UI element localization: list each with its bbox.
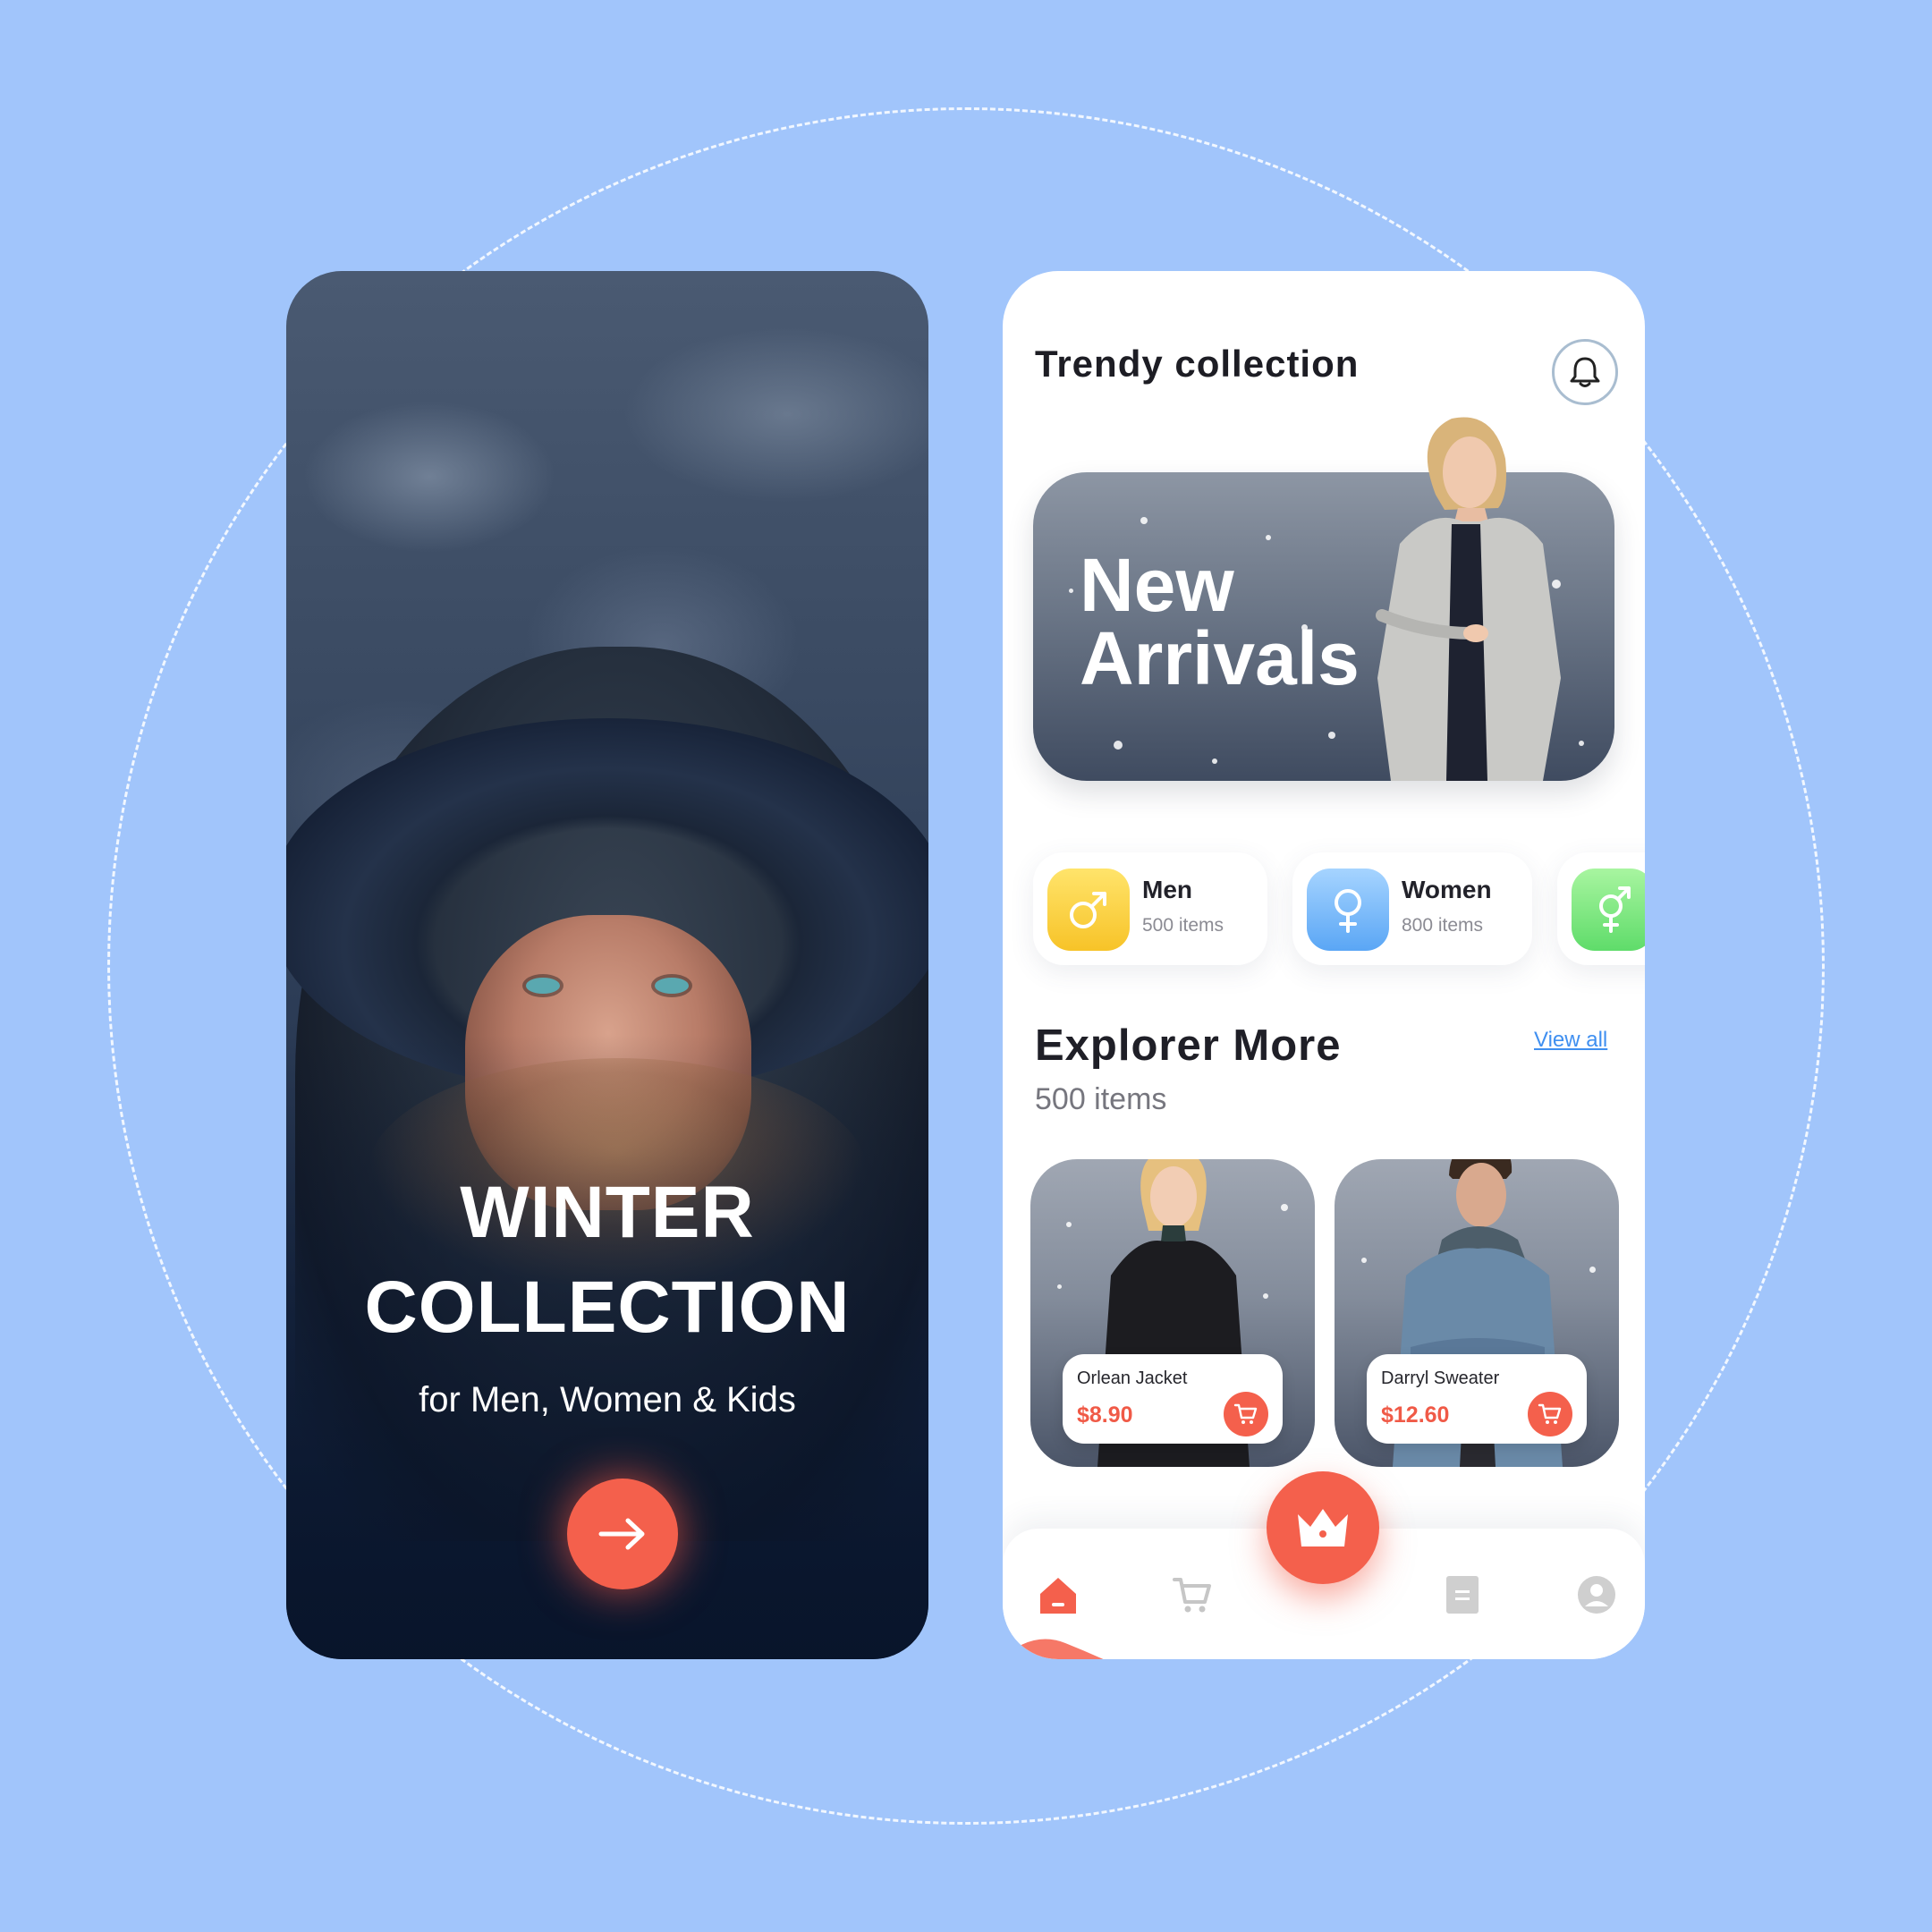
- crown-icon: [1298, 1509, 1348, 1546]
- add-to-cart-button[interactable]: [1224, 1392, 1268, 1436]
- intro-screen: WINTER COLLECTION for Men, Women & Kids: [286, 271, 928, 1659]
- intro-title: WINTER COLLECTION: [286, 1165, 928, 1355]
- view-all-link[interactable]: View all: [1534, 1028, 1607, 1053]
- category-name: Women: [1402, 876, 1492, 903]
- home-screen: Trendy collection New Arrivals Men 500 i…: [1003, 271, 1645, 1659]
- product-info: Orlean Jacket $8.90: [1063, 1354, 1283, 1444]
- intro-title-line-2: COLLECTION: [364, 1267, 851, 1348]
- snowflake: [1069, 589, 1073, 593]
- premium-button[interactable]: [1267, 1471, 1379, 1584]
- nav-orders[interactable]: [1436, 1568, 1489, 1622]
- bell-icon: [1570, 357, 1600, 387]
- category-list: Men 500 items Women 800 items: [1033, 852, 1645, 969]
- category-name: Men: [1142, 876, 1192, 903]
- snowflake: [1263, 1293, 1268, 1299]
- get-started-button[interactable]: [567, 1479, 678, 1589]
- snowflake: [1057, 1284, 1062, 1289]
- banner-title-line-1: New: [1080, 543, 1234, 627]
- product-card[interactable]: Orlean Jacket $8.90: [1030, 1159, 1315, 1467]
- intro-title-line-1: WINTER: [460, 1172, 755, 1253]
- document-icon: [1446, 1576, 1479, 1614]
- page-title: Trendy collection: [1035, 343, 1360, 385]
- nav-decoration-wave: [1003, 1639, 1104, 1659]
- category-unisex[interactable]: [1557, 852, 1645, 965]
- snowflake: [1266, 535, 1271, 540]
- product-price: $8.90: [1077, 1402, 1133, 1428]
- category-icon-badge: [1047, 869, 1130, 951]
- category-icon-badge: [1572, 869, 1645, 951]
- new-arrivals-banner[interactable]: New Arrivals: [1033, 417, 1614, 781]
- snowflake: [1066, 1222, 1072, 1227]
- female-symbol-icon: [1335, 889, 1361, 933]
- product-price: $12.60: [1381, 1402, 1450, 1428]
- banner-title-line-2: Arrivals: [1080, 616, 1360, 700]
- section-item-count: 500 items: [1035, 1082, 1167, 1116]
- category-count: 500 items: [1142, 915, 1224, 936]
- cart-icon: [1538, 1403, 1562, 1424]
- banner-title: New Arrivals: [1080, 543, 1360, 700]
- cart-icon: [1173, 1578, 1211, 1613]
- nav-cart[interactable]: [1165, 1568, 1219, 1622]
- snowflake: [1328, 732, 1335, 739]
- cart-icon: [1233, 1403, 1258, 1424]
- arrow-right-icon: [598, 1518, 645, 1550]
- snowflake: [1140, 517, 1148, 524]
- snowflake: [1114, 741, 1123, 750]
- snowflake: [1361, 1258, 1367, 1263]
- snowflake: [1281, 1204, 1288, 1211]
- notifications-button[interactable]: [1552, 339, 1618, 405]
- male-symbol-icon: [1070, 892, 1106, 928]
- product-name: Darryl Sweater: [1381, 1368, 1500, 1388]
- banner-model-illustration: [1376, 417, 1561, 781]
- section-title: Explorer More: [1035, 1021, 1342, 1070]
- product-info: Darryl Sweater $12.60: [1367, 1354, 1587, 1444]
- intro-subtitle: for Men, Women & Kids: [419, 1380, 796, 1419]
- category-women[interactable]: Women 800 items: [1292, 852, 1532, 965]
- product-card[interactable]: Darryl Sweater $12.60: [1335, 1159, 1619, 1467]
- unisex-symbol-icon: [1599, 886, 1631, 933]
- snowflake: [1212, 758, 1217, 764]
- snowflake: [1589, 1267, 1596, 1273]
- category-men[interactable]: Men 500 items: [1033, 852, 1267, 965]
- product-name: Orlean Jacket: [1077, 1368, 1188, 1388]
- category-count: 800 items: [1402, 915, 1484, 936]
- home-icon: [1040, 1578, 1076, 1614]
- hero-gradient-overlay: [286, 271, 928, 1659]
- category-icon-badge: [1307, 869, 1389, 951]
- add-to-cart-button[interactable]: [1528, 1392, 1572, 1436]
- nav-profile[interactable]: [1570, 1568, 1623, 1622]
- profile-icon: [1578, 1576, 1615, 1614]
- nav-home[interactable]: [1031, 1568, 1085, 1622]
